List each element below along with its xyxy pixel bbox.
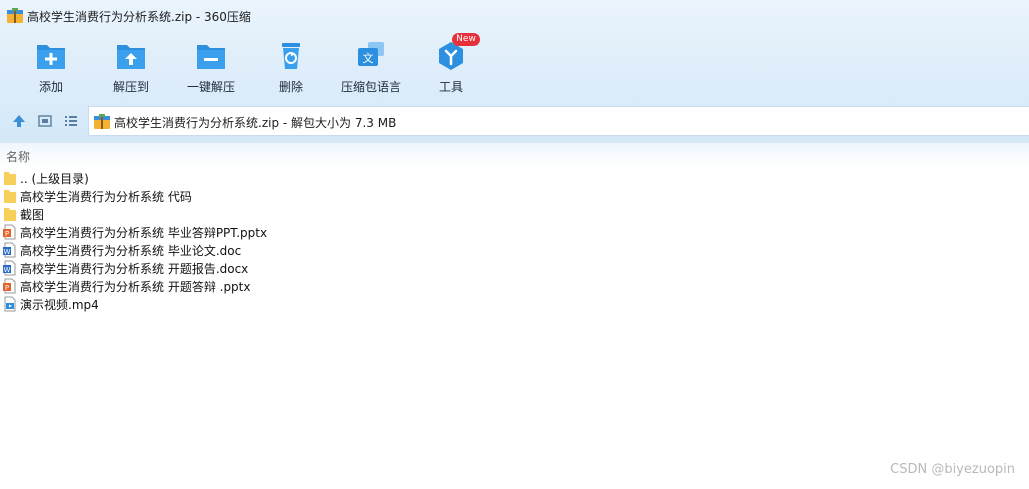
language-icon: 文: [358, 42, 384, 66]
thumbnail-view-icon[interactable]: [37, 113, 53, 129]
svg-text:文: 文: [363, 51, 374, 65]
doc-file-icon: W: [3, 242, 16, 258]
pptx-file-icon: P: [3, 278, 16, 294]
address-text: 高校学生消费行为分析系统.zip - 解包大小为 7.3 MB: [114, 116, 397, 130]
file-name: 截图: [20, 208, 45, 222]
top-chrome: 高校学生消费行为分析系统.zip - 360压缩 添加 解压到 一键解压 删除 …: [0, 0, 1029, 143]
tools-label: 工具: [438, 80, 463, 94]
file-name: 高校学生消费行为分析系统 毕业答辩PPT.pptx: [20, 226, 268, 240]
list-item[interactable]: P 高校学生消费行为分析系统 毕业答辩PPT.pptx: [0, 223, 1029, 241]
list-item[interactable]: W 高校学生消费行为分析系统 毕业论文.doc: [0, 241, 1029, 259]
svg-text:P: P: [5, 284, 9, 292]
one-click-extract-label: 一键解压: [186, 80, 235, 94]
folder-icon: [4, 190, 16, 203]
doc-file-icon: W: [3, 260, 16, 276]
name-column-header[interactable]: 名称: [6, 148, 30, 165]
one-click-extract-icon: [197, 45, 225, 69]
recycle-bin-icon: [282, 43, 300, 69]
video-file-icon: [4, 296, 16, 312]
file-name: .. (上级目录): [20, 172, 89, 186]
watermark: CSDN @biyezuopin: [890, 462, 1015, 477]
extract-to-label: 解压到: [112, 80, 149, 94]
archive-icon: [94, 114, 110, 129]
list-item[interactable]: 高校学生消费行为分析系统 代码: [0, 187, 1029, 205]
file-name: 高校学生消费行为分析系统 开题报告.docx: [20, 262, 249, 276]
svg-text:W: W: [4, 266, 11, 274]
add-label: 添加: [38, 80, 63, 94]
list-item[interactable]: 截图: [0, 205, 1029, 223]
list-item[interactable]: 演示视频.mp4: [0, 295, 1029, 313]
address-bar[interactable]: 高校学生消费行为分析系统.zip - 解包大小为 7.3 MB: [88, 106, 1029, 136]
file-name: 高校学生消费行为分析系统 毕业论文.doc: [20, 244, 242, 258]
new-badge: New: [452, 33, 480, 46]
file-name: 高校学生消费行为分析系统 代码: [20, 190, 192, 204]
archive-language-button[interactable]: 文 压缩包语言: [331, 38, 411, 96]
file-name: 演示视频.mp4: [20, 298, 99, 312]
archive-app-icon: [7, 8, 23, 23]
delete-label: 删除: [278, 80, 303, 94]
up-arrow-icon[interactable]: [11, 113, 27, 129]
delete-button[interactable]: 删除: [251, 38, 331, 96]
folder-icon: [4, 172, 16, 185]
list-item[interactable]: .. (上级目录): [0, 169, 1029, 187]
navigation-bar: 高校学生消费行为分析系统.zip - 解包大小为 7.3 MB: [0, 106, 1029, 136]
svg-text:P: P: [5, 230, 9, 238]
extract-to-icon: [117, 45, 145, 69]
window-title: 高校学生消费行为分析系统.zip - 360压缩: [27, 10, 251, 24]
file-name: 高校学生消费行为分析系统 开题答辩 .pptx: [20, 280, 251, 294]
archive-language-label: 压缩包语言: [340, 80, 401, 94]
tools-button[interactable]: 工具: [411, 38, 491, 96]
svg-text:W: W: [4, 248, 11, 256]
title-bar: 高校学生消费行为分析系统.zip - 360压缩: [0, 0, 1029, 32]
list-view-icon[interactable]: [63, 113, 79, 129]
list-item[interactable]: W 高校学生消费行为分析系统 开题报告.docx: [0, 259, 1029, 277]
add-icon: [37, 45, 65, 69]
extract-to-button[interactable]: 解压到: [91, 38, 171, 96]
column-header: 名称: [0, 143, 1029, 167]
one-click-extract-button[interactable]: 一键解压: [171, 38, 251, 96]
list-item[interactable]: P 高校学生消费行为分析系统 开题答辩 .pptx: [0, 277, 1029, 295]
folder-icon: [4, 208, 16, 221]
pptx-file-icon: P: [3, 224, 16, 240]
add-button[interactable]: 添加: [11, 38, 91, 96]
